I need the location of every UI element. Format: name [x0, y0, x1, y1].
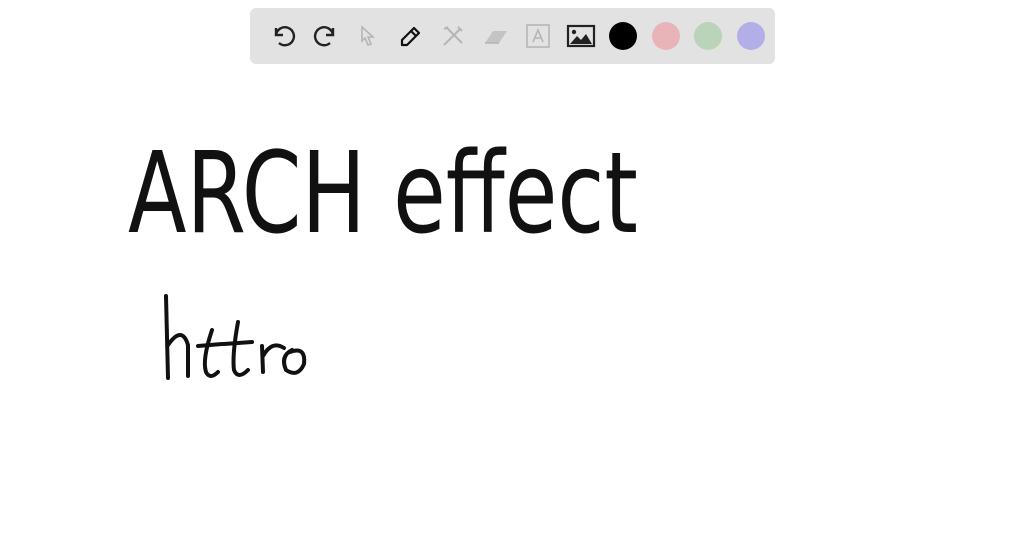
- text-button[interactable]: [517, 16, 560, 56]
- color-swatch-green: [694, 22, 723, 50]
- select-button[interactable]: [347, 16, 390, 56]
- color-swatch-pink: [651, 22, 680, 50]
- color-swatch-purple: [736, 22, 765, 50]
- drawing-toolbar: [250, 8, 775, 64]
- eraser-button[interactable]: [475, 16, 518, 56]
- handwriting-hetro: [164, 294, 307, 380]
- redo-icon: [313, 26, 334, 47]
- pen-icon: [400, 26, 420, 47]
- pen-button[interactable]: [390, 16, 433, 56]
- image-button[interactable]: [560, 16, 603, 56]
- tools-icon: [443, 26, 463, 46]
- undo-button[interactable]: [262, 16, 305, 56]
- color-purple-button[interactable]: [730, 16, 773, 56]
- color-swatch-black: [609, 22, 638, 50]
- color-pink-button[interactable]: [645, 16, 688, 56]
- redo-button[interactable]: [305, 16, 348, 56]
- drawing-canvas[interactable]: ARCH effect: [0, 64, 1024, 548]
- select-icon: [361, 25, 376, 46]
- image-icon: [566, 24, 595, 48]
- text-icon: [526, 24, 551, 48]
- color-black-button[interactable]: [602, 16, 645, 56]
- color-green-button[interactable]: [687, 16, 730, 56]
- eraser-icon: [484, 31, 507, 44]
- undo-icon: [275, 26, 296, 47]
- tools-button[interactable]: [432, 16, 475, 56]
- handwriting-arch-effect: ARCH effect: [128, 129, 638, 259]
